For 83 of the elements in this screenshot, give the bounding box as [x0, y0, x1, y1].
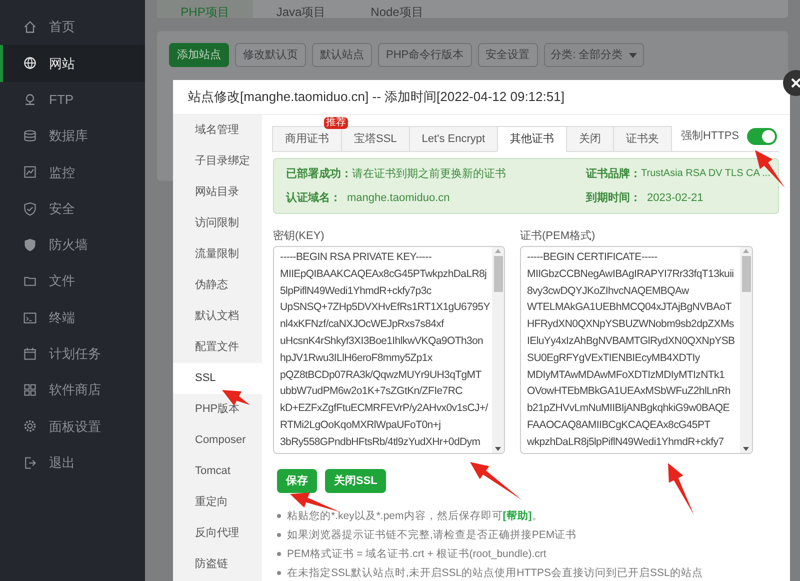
- scrollbar[interactable]: [740, 247, 752, 453]
- tip-text: 在未指定SSL默认站点时,未开启SSL的站点使用HTTPS会直接访问到已开启SSL的站点: [287, 566, 703, 580]
- annotation-arrow: [470, 462, 522, 500]
- certificate-tab[interactable]: 证书夹: [613, 126, 672, 152]
- force-https-toggle[interactable]: [747, 128, 777, 145]
- project-tab[interactable]: Node项目: [349, 0, 445, 18]
- tip-text: PEM格式证书 = 域名证书.crt + 根证书(root_bundle).crt: [287, 547, 546, 561]
- sidebar-item[interactable]: 安全: [0, 190, 145, 227]
- certificate-field[interactable]: -----BEGIN CERTIFICATE----- MIIGbzCCBNegAwIBAgIRAPYI7Rr33fqT13kuii 8vy3cwDQYJKoZIhvcNAQEMBQAw WTELMAkGA1UEBhMCQ04xJTAjBgNVBAoT HFRydXN0QXNpYSBUZWNobm9sb2dpZXMs IEluYy4xIzAhBgNVBAMTGlRydXN0QXNpYSB SU0EgRFYgVExTIENBIEcyMB4XDTIy MDIyMTAwMDAwMFoXDTIzMDIyMTIzNTk1 OVowHTEbMBkGA1UEAxMSbWFuZ2hlLnRh b21pZHVvLmNuMIIBIjANBgkqhkiG9w0BAQE FAAOCAQ8AMIIBCgKCAQEAx8cG45PT wkpzhDaLR8j5lpPiflN49Wedi1YhmdR+ckfy7: [520, 246, 753, 454]
- key-field[interactable]: -----BEGIN RSA PRIVATE KEY----- MIIEpQIBAAKCAQEAx8cG45PTwkpzhDaLR8j 5lpPiflN49Wedi1YhmdR+ckfy7p3c UpSNSQ+7ZHp5DVXHvEfRs1RT1X1gU6795Y nl4xKFNzf/caNXJOcWEJpRxs7s84xf uHcsnK4rShkyf3XI3Boe1IhlkwVKQa9OTh3on hpJV1Rwu3ILlH6eroF8mmy5Zp1x pQZ8tBCDp07RA3k/QqwzMUYr9UH3qTgMT ubbW7udPM6w2o1K+7sZGtKn/ZFIe7RC kD+EZFxZgfFtuECMRFEVrP/y2AHvx0v1sCJ+/ RTMi2LgOoKqoMXRlWpaUFoT0n+j 3bRy558GPndbHFtsRb/4tl9zYudXHr+0dDym: [273, 246, 505, 454]
- annotation-arrow: [668, 463, 694, 515]
- caret-icon: [628, 52, 637, 58]
- sidebar-item[interactable]: 网站: [0, 45, 145, 82]
- bullet-icon: [277, 533, 281, 537]
- dialog-menu-item[interactable]: 反向代理: [173, 518, 262, 549]
- brand-value: TrustAsia RSA DV TLS CA ...: [641, 166, 770, 180]
- certificate-tab[interactable]: Let's Encrypt: [408, 126, 498, 152]
- dialog-menu-item[interactable]: 默认文档: [173, 301, 262, 332]
- dialog-menu-item[interactable]: Tomcat: [173, 456, 262, 487]
- key-label: 密钥(KEY): [273, 228, 326, 244]
- logout-icon: [23, 456, 37, 470]
- sidebar-item[interactable]: 首页: [0, 9, 145, 46]
- dialog-menu-item[interactable]: 重定向: [173, 487, 262, 518]
- sidebar-item[interactable]: 文件: [0, 263, 145, 300]
- dialog-menu-item[interactable]: 配置文件: [173, 332, 262, 363]
- up-arrow-icon: [743, 249, 749, 253]
- terminal-icon: [23, 310, 37, 325]
- recommend-badge: 推荐: [324, 117, 348, 129]
- expiry-value: 2023-02-21: [647, 191, 704, 206]
- dialog-menu-item[interactable]: 流量限制: [173, 239, 262, 270]
- domain-label: 认证域名：: [286, 190, 341, 206]
- certificate-label: 证书(PEM格式): [520, 229, 596, 244]
- dialog-menu-item[interactable]: Composer: [173, 425, 262, 456]
- up-arrow-icon: [495, 249, 501, 253]
- certificate-tab[interactable]: 关闭: [566, 126, 614, 152]
- home-icon: [23, 20, 37, 34]
- annotation-arrow: [290, 492, 340, 512]
- domain-value: manghe.taomiduo.cn: [347, 191, 450, 206]
- dialog-menu-item[interactable]: 网站目录: [173, 177, 262, 208]
- folder-icon: [23, 274, 37, 288]
- tip-text: 粘贴您的*.key以及*.pem内容，然后保存即可[帮助]。: [287, 509, 543, 523]
- dialog-menu-item[interactable]: SSL: [173, 363, 262, 394]
- sidebar-item[interactable]: 数据库: [0, 118, 145, 154]
- sidebar-item[interactable]: 软件商店: [0, 372, 145, 408]
- deploy-status-text: 已部署成功：请在证书到期之前更换新的证书: [286, 166, 507, 182]
- project-tab[interactable]: Java项目: [253, 0, 349, 18]
- brand-label: 证书品牌：: [586, 166, 641, 182]
- dialog-menu-item[interactable]: 子目录绑定: [173, 146, 262, 177]
- force-https-label: 强制HTTPS: [680, 129, 739, 144]
- toolbar-button[interactable]: 添加站点: [169, 43, 229, 67]
- sidebar-item[interactable]: 面板设置: [0, 408, 145, 445]
- bullet-icon: [277, 514, 281, 518]
- sidebar-item[interactable]: FTP: [0, 82, 145, 118]
- certificate-tab[interactable]: 商用证书: [272, 126, 342, 152]
- scrollbar[interactable]: [492, 247, 504, 453]
- globe-icon: [23, 56, 37, 70]
- sidebar-item[interactable]: 监控: [0, 154, 145, 190]
- shield-icon: [23, 202, 37, 216]
- dialog-menu-item[interactable]: 伪静态: [173, 270, 262, 301]
- sidebar-item[interactable]: 终端: [0, 299, 145, 336]
- dialog-menu-item[interactable]: 防盗链: [173, 549, 262, 580]
- dialog-menu-item[interactable]: 访问限制: [173, 208, 262, 239]
- shield-icon: [23, 238, 37, 252]
- settings-icon: [23, 419, 37, 434]
- expiry-label: 到期时间：: [586, 190, 641, 206]
- dialog-menu-item[interactable]: 域名管理: [173, 115, 262, 146]
- calendar-icon: [23, 346, 37, 361]
- down-arrow-icon: [743, 447, 749, 451]
- certificate-tab[interactable]: 其他证书: [497, 126, 568, 152]
- grid-icon: [23, 383, 37, 398]
- close-icon: [791, 78, 800, 88]
- certificate-tab[interactable]: 宝塔SSL: [341, 126, 410, 152]
- sidebar-item[interactable]: 退出: [0, 444, 145, 481]
- tip-text: 如果浏览器提示证书链不完整,请检查是否正确拼接PEM证书: [287, 528, 577, 542]
- sidebar-item[interactable]: 计划任务: [0, 336, 145, 372]
- bullet-icon: [277, 571, 281, 575]
- chart-icon: [23, 165, 37, 180]
- bullet-icon: [277, 552, 281, 556]
- scrollbar-thumb[interactable]: [494, 256, 502, 292]
- sidebar-item[interactable]: 防火墙: [0, 226, 145, 264]
- database-icon: [23, 129, 37, 144]
- scrollbar-thumb[interactable]: [742, 256, 750, 292]
- down-arrow-icon: [495, 447, 501, 451]
